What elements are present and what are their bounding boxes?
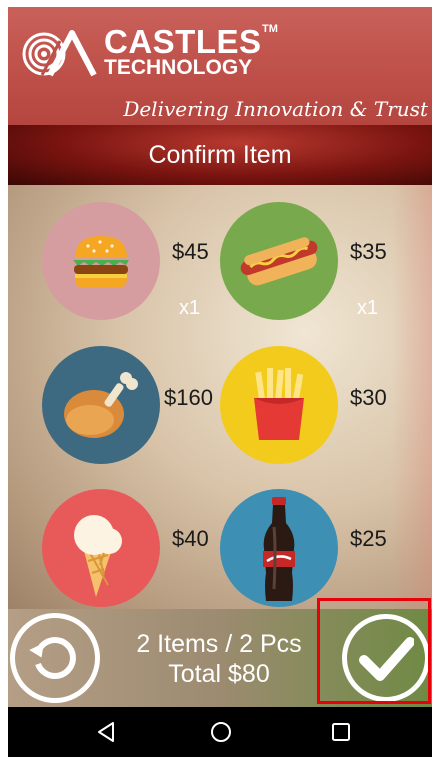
menu-item-fries[interactable]: $30 <box>220 346 405 476</box>
order-summary: 2 Items / 2 Pcs Total $80 <box>108 629 330 689</box>
header: CASTLES TM TECHNOLOGY Delivering Innovat… <box>8 7 432 125</box>
menu-item-ice-cream[interactable]: $40 <box>42 489 227 619</box>
title-bar: Confirm Item <box>8 125 432 185</box>
page-title: Confirm Item <box>148 141 292 169</box>
menu-item-hotdog[interactable]: $35 x1 <box>220 202 405 332</box>
ice-cream-icon <box>42 489 160 607</box>
checkmark-icon <box>359 637 414 681</box>
order-total: Total $80 <box>168 660 270 688</box>
brand-subtitle: TECHNOLOGY <box>104 56 253 79</box>
item-price: $160 <box>164 385 213 410</box>
castles-logo-icon <box>22 30 97 77</box>
item-price: $35 <box>350 239 387 264</box>
confirm-button[interactable] <box>342 614 430 702</box>
item-price: $30 <box>350 385 387 410</box>
tagline: Delivering Innovation & Trust <box>123 97 428 121</box>
brand-name: CASTLES <box>104 23 262 60</box>
burger-icon <box>42 202 160 320</box>
fries-icon <box>220 346 338 464</box>
items-count: 2 Items / 2 Pcs <box>136 630 302 658</box>
cola-bottle-icon <box>220 489 338 607</box>
back-triangle-icon[interactable] <box>94 720 118 744</box>
android-nav-bar <box>8 707 432 757</box>
menu-item-chicken[interactable]: $160 <box>42 346 227 476</box>
item-price: $45 <box>172 239 209 264</box>
reset-icon <box>29 637 76 679</box>
item-quantity: x1 <box>357 297 379 319</box>
trademark: TM <box>262 23 278 35</box>
recents-square-icon[interactable] <box>329 720 353 744</box>
menu-item-burger[interactable]: $45 x1 <box>42 202 227 332</box>
chicken-leg-icon <box>42 346 160 464</box>
hotdog-icon <box>220 202 338 320</box>
brand: CASTLES TM TECHNOLOGY <box>104 23 278 79</box>
home-circle-icon[interactable] <box>209 720 233 744</box>
reset-button[interactable] <box>10 613 100 703</box>
item-price: $25 <box>350 526 387 551</box>
app-screen: CASTLES TM TECHNOLOGY Delivering Innovat… <box>8 7 432 757</box>
item-quantity: x1 <box>179 297 201 319</box>
item-grid: $45 x1 $35 x1 $160 $30 $40 $25 <box>8 185 432 609</box>
menu-item-cola[interactable]: $25 <box>220 489 405 619</box>
order-bar: 2 Items / 2 Pcs Total $80 <box>8 609 432 707</box>
item-price: $40 <box>172 526 209 551</box>
